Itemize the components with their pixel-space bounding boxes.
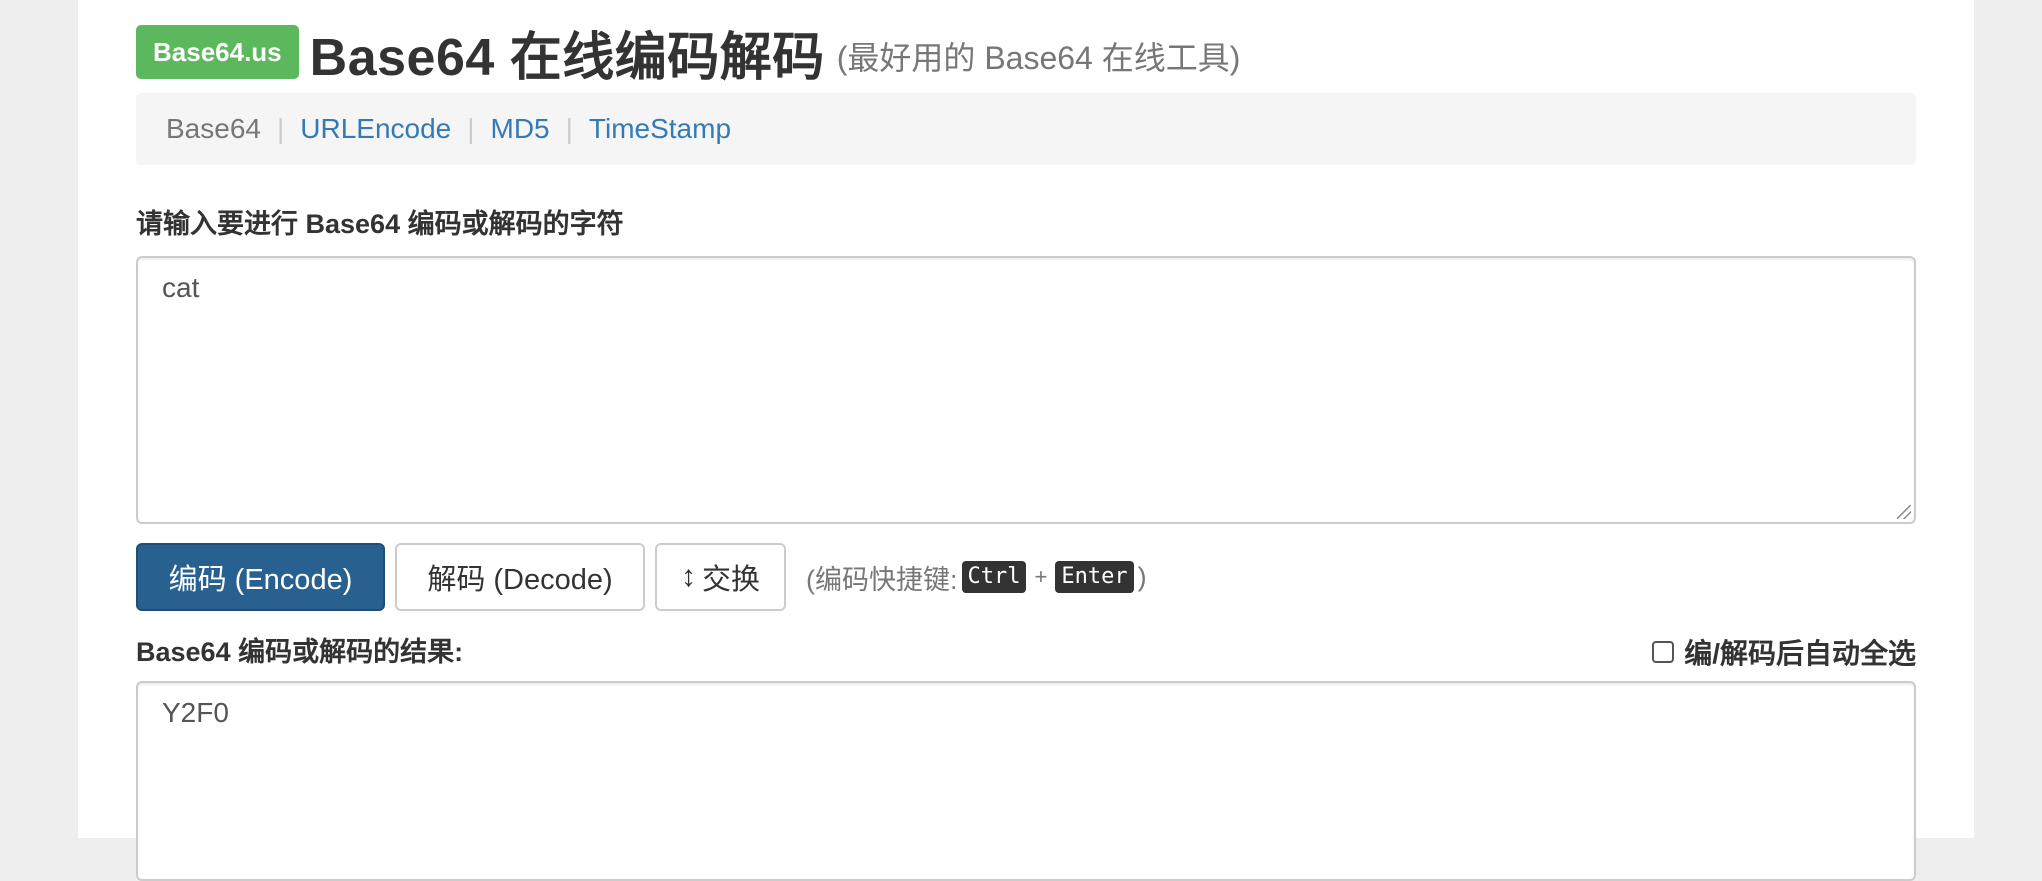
result-label: Base64 编码或解码的结果: [136, 637, 464, 667]
input-textarea[interactable]: cat [136, 256, 1916, 524]
encode-button[interactable]: 编码 (Encode) [136, 543, 385, 611]
swap-button[interactable]: ↕ 交换 [655, 543, 786, 611]
resize-handle[interactable] [1897, 505, 1911, 519]
nav-item-base64[interactable]: Base64 [166, 113, 261, 145]
swap-vertical-icon: ↕ [680, 560, 696, 593]
swap-button-label: 交换 [701, 564, 760, 596]
page-title: Base64 在线编码解码 [309, 28, 825, 87]
input-label: 请输入要进行 Base64 编码或解码的字符 [136, 209, 624, 239]
result-textarea[interactable]: Y2F0 [136, 681, 1916, 881]
shortcut-suffix: ) [1137, 561, 1147, 592]
action-buttons: 编码 (Encode) 解码 (Decode) ↕ 交换 (编码快捷键: Ctr… [136, 543, 1147, 611]
enter-key: Enter [1055, 561, 1134, 593]
site-logo[interactable]: Base64.us [136, 25, 299, 79]
result-text: Y2F0 [162, 697, 229, 728]
auto-select-option[interactable]: 编/解码后自动全选 [1652, 632, 1916, 672]
page-container: Base64.us Base64 在线编码解码 (最好用的 Base64 在线工… [78, 0, 1974, 881]
page-subtitle: (最好用的 Base64 在线工具) [836, 40, 1241, 76]
nav-separator: | [565, 113, 573, 144]
shortcut-hint: (编码快捷键: Ctrl + Enter ) [806, 558, 1147, 597]
nav-separator: | [276, 113, 285, 144]
shortcut-prefix: (编码快捷键: [806, 564, 958, 595]
auto-select-label: 编/解码后自动全选 [1684, 638, 1916, 669]
tool-nav: Base64 | URLEncode | MD5 | TimeStamp [136, 93, 1916, 165]
page-header: Base64.us Base64 在线编码解码 (最好用的 Base64 在线工… [136, 24, 1241, 87]
main-content: Base64.us Base64 在线编码解码 (最好用的 Base64 在线工… [136, 0, 1916, 881]
auto-select-checkbox[interactable] [1652, 641, 1675, 663]
nav-separator: | [467, 113, 475, 144]
input-text: cat [162, 272, 200, 303]
nav-item-timestamp[interactable]: TimeStamp [589, 113, 731, 145]
nav-item-urlencode[interactable]: URLEncode [300, 113, 451, 145]
nav-item-md5[interactable]: MD5 [491, 113, 550, 145]
shortcut-plus: + [1034, 564, 1048, 589]
ctrl-key: Ctrl [961, 561, 1027, 593]
decode-button[interactable]: 解码 (Decode) [395, 543, 645, 611]
